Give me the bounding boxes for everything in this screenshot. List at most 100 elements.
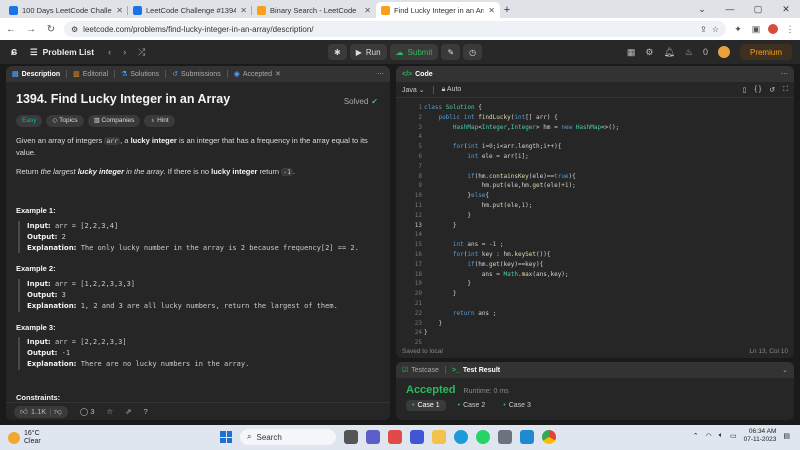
help-icon[interactable]: ? — [144, 407, 148, 416]
sidebar-icon[interactable]: ▣ — [750, 23, 762, 35]
code-line[interactable]: if(hm.containsKey(ele)==true){ — [424, 173, 575, 180]
like-button[interactable]: 👍︎ 1.1K | 👎︎ — [14, 405, 68, 418]
tab-close-icon[interactable]: ✕ — [488, 6, 495, 15]
bookmark-icon[interactable]: ▯ — [743, 86, 747, 94]
debug-button[interactable]: ✱ — [328, 44, 347, 60]
thumbs-down-icon[interactable]: 👎︎ — [54, 407, 62, 417]
browser-tab[interactable]: Binary Search - LeetCode ✕ — [252, 2, 376, 18]
favorite-star-icon[interactable]: ☆ — [107, 407, 114, 416]
notification-icon[interactable]: ▤ — [783, 432, 790, 440]
difficulty-badge[interactable]: Easy — [16, 115, 43, 128]
new-tab-icon[interactable]: + — [500, 2, 514, 18]
more-icon[interactable]: ⋯ — [377, 70, 384, 78]
code-line[interactable]: } — [424, 212, 471, 219]
tab-solutions[interactable]: ⚗ Solutions — [121, 70, 159, 79]
clock[interactable]: 06:34 AM 07-11-2023 — [744, 428, 777, 444]
code-line[interactable]: HashMap<Integer,Integer> hm = new HashMa… — [424, 124, 619, 131]
close-window-icon[interactable]: ✕ — [772, 0, 800, 18]
browser-tab[interactable]: LeetCode Challenge #1394. Find ✕ — [128, 2, 252, 18]
back-icon[interactable]: ← — [4, 24, 18, 35]
collapse-icon[interactable]: ⌄ — [782, 366, 788, 374]
reset-icon[interactable]: ↺ — [769, 86, 775, 94]
code-line[interactable]: class Solution { — [424, 104, 482, 111]
code-line[interactable]: } — [424, 329, 428, 336]
submit-button[interactable]: ☁ Submit — [389, 44, 439, 60]
taskbar-search[interactable]: ⌕ Search — [240, 429, 336, 445]
maximize-icon[interactable]: ▢ — [744, 0, 772, 18]
browser-tab-active[interactable]: Find Lucky Integer in an Array ✕ — [376, 2, 500, 18]
forward-icon[interactable]: → — [24, 24, 38, 35]
tab-description[interactable]: ▤ Description — [12, 70, 60, 79]
volume-icon[interactable]: 🔈︎ — [719, 432, 723, 440]
tab-close-icon[interactable]: ✕ — [240, 6, 247, 15]
bookmark-star-icon[interactable]: ☆ — [712, 25, 719, 34]
app-z-icon[interactable] — [410, 430, 424, 444]
code-line[interactable]: int ele = arr[i]; — [424, 153, 528, 160]
teams-icon[interactable] — [366, 430, 380, 444]
code-line[interactable]: } — [424, 222, 457, 229]
code-line[interactable]: } — [424, 290, 457, 297]
case-tab[interactable]: • Case 3 — [497, 400, 537, 411]
tab-editorial[interactable]: ▥ Editorial — [73, 70, 108, 79]
vscode-icon[interactable] — [520, 430, 534, 444]
start-icon[interactable] — [220, 431, 232, 443]
language-select[interactable]: Java ⌄ — [402, 86, 425, 94]
file-explorer-icon[interactable] — [432, 430, 446, 444]
settings-icon[interactable]: ⚙ — [645, 47, 653, 58]
code-line[interactable]: return ans ; — [424, 310, 496, 317]
code-line[interactable]: } — [424, 280, 471, 287]
avatar[interactable] — [717, 46, 730, 58]
browser-tab[interactable]: 100 Days LeetCode Challenge - ✕ — [4, 2, 128, 18]
menu-icon[interactable]: ⋮ — [784, 23, 796, 35]
hint-chip[interactable]: ♁ Hint — [144, 115, 175, 128]
case-tab[interactable]: • Case 2 — [452, 400, 492, 411]
code-line[interactable]: ans = Math.max(ans,key); — [424, 271, 569, 278]
wifi-icon[interactable]: ◠ — [706, 432, 712, 440]
site-info-icon[interactable]: ⚙ — [71, 25, 78, 34]
tab-testcase[interactable]: ☑ Testcase — [402, 366, 439, 375]
minimize-icon[interactable]: — — [716, 0, 744, 18]
braces-icon[interactable]: { } — [755, 86, 762, 93]
companies-chip[interactable]: ▥ Companies — [87, 115, 141, 128]
code-line[interactable]: public int findLucky(int[] arr) { — [424, 114, 557, 121]
tab-close-icon[interactable]: ✕ — [116, 6, 123, 15]
layout-icon[interactable]: ▦ — [627, 47, 636, 58]
edge-icon[interactable] — [454, 430, 468, 444]
extensions-icon[interactable]: ✦ — [732, 23, 744, 35]
run-button[interactable]: ▶ Run — [349, 44, 387, 60]
chevron-up-icon[interactable]: ⌃ — [693, 432, 699, 440]
app-m-icon[interactable] — [388, 430, 402, 444]
timer-button[interactable]: ◷ — [463, 44, 483, 60]
code-line[interactable]: }else{ — [424, 192, 489, 199]
weather-widget[interactable]: 16°C Clear — [8, 430, 41, 445]
close-tab-icon[interactable]: ✕ — [275, 70, 281, 78]
whatsapp-icon[interactable] — [476, 430, 490, 444]
code-line[interactable]: int ans = -1 ; — [424, 241, 504, 248]
problem-list-button[interactable]: ☰ Problem List — [30, 47, 94, 58]
code-line[interactable]: } — [424, 320, 442, 327]
url-bar[interactable]: ⚙ leetcode.com/problems/find-lucky-integ… — [64, 21, 726, 37]
tab-test-result[interactable]: >_ Test Result — [452, 367, 500, 374]
settings-app-icon[interactable] — [498, 430, 512, 444]
prev-problem-icon[interactable]: ‹ — [108, 47, 111, 58]
shuffle-icon[interactable]: ⤮ — [138, 47, 145, 58]
share-icon[interactable]: ⇗ — [125, 407, 131, 416]
chrome-icon[interactable] — [542, 430, 556, 444]
notifications-icon[interactable]: 🔔︎ — [663, 47, 674, 58]
streak-fire-icon[interactable]: ♨ — [685, 47, 693, 58]
chevron-down-icon[interactable]: ⌄ — [688, 0, 716, 18]
tab-code[interactable]: </> Code — [402, 71, 433, 78]
code-editor[interactable]: 1 class Solution {2 public int findLucky(… — [396, 98, 794, 356]
auto-mode-toggle[interactable]: 🔒︎ Auto — [442, 86, 462, 94]
profile-icon[interactable] — [768, 24, 778, 34]
tab-submissions[interactable]: ↺ Submissions — [172, 70, 221, 79]
topics-chip[interactable]: ◇ Topics — [46, 115, 84, 128]
leetcode-logo-icon[interactable]: ɕ — [8, 46, 20, 58]
comments-button[interactable]: ◯ 3 — [80, 407, 95, 416]
share-icon[interactable]: ⇪ — [700, 25, 707, 34]
code-line[interactable]: for(int i=0;i<arr.length;i++){ — [424, 143, 561, 150]
notes-button[interactable]: ✎ — [441, 44, 461, 60]
tab-close-icon[interactable]: ✕ — [364, 6, 371, 15]
code-line[interactable]: hm.put(ele,hm.get(ele)+1); — [424, 182, 576, 189]
tab-accepted[interactable]: ◉ Accepted ✕ — [234, 70, 281, 79]
